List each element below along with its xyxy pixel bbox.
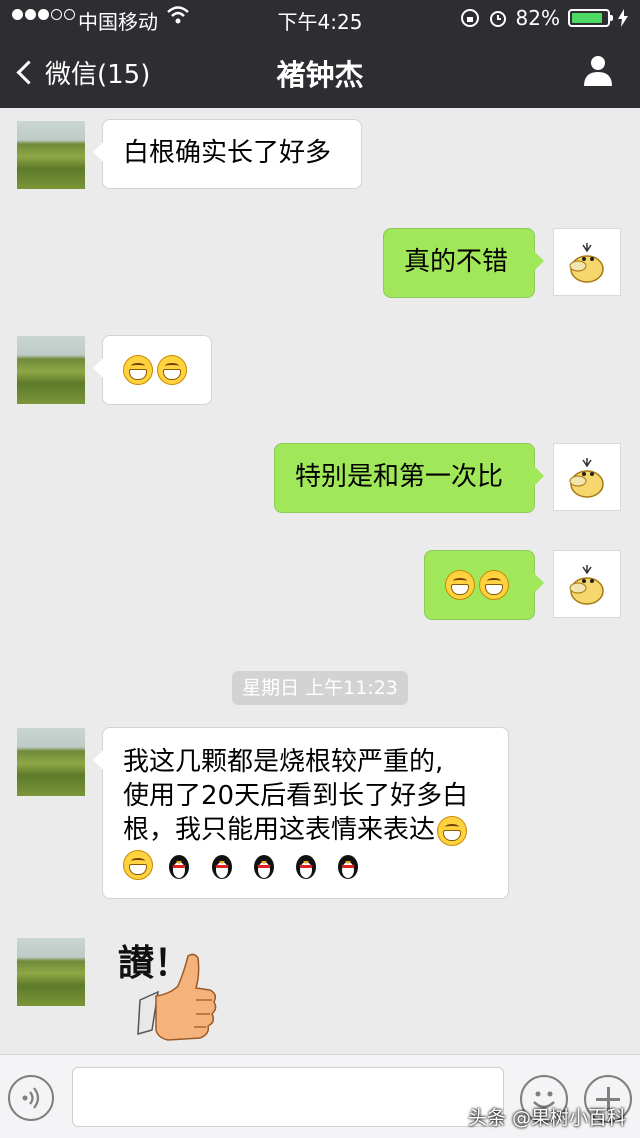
message-text-line: 我这几颗都是烧根较严重的, (123, 747, 444, 777)
contact-avatar[interactable] (17, 336, 85, 404)
contact-avatar[interactable] (17, 938, 85, 1006)
message-bubble[interactable] (424, 550, 544, 620)
grin-emoji-icon (157, 354, 187, 385)
nav-bar: 微信(15) 褚钟杰 (0, 36, 640, 108)
my-avatar[interactable] (553, 550, 621, 618)
battery-icon (568, 9, 613, 27)
duck-avatar-icon (569, 565, 604, 605)
grin-emoji-icon (437, 815, 468, 846)
message-bubble[interactable]: 我这几颗都是烧根较严重的, 使用了20天后看到长了好多白 根，我只能用这表情来表… (93, 727, 509, 899)
thumbs-up-sticker[interactable]: 讃！ (112, 934, 236, 1052)
message-text: 真的不错 (404, 247, 509, 277)
contact-avatar[interactable] (17, 121, 85, 189)
penguin-emoji-icon (169, 854, 190, 879)
chat-title: 褚钟杰 (276, 58, 364, 92)
battery-percent: 82% (515, 6, 560, 30)
message-text-line: 使用了20天后看到长了好多白 (123, 781, 469, 811)
message-text: 白根确实长了好多 (123, 138, 332, 168)
message-text-line: 根，我只能用这表情来表达 (123, 815, 436, 845)
message-bubble[interactable]: 特别是和第一次比 (274, 443, 544, 513)
voice-icon (22, 1087, 40, 1109)
grin-emoji-icon (123, 849, 153, 880)
chat-timestamp: 星期日 上午11:23 (232, 671, 408, 705)
duck-avatar-icon (569, 243, 604, 283)
message-text: 特别是和第一次比 (295, 462, 504, 492)
message-bubble[interactable]: 白根确实长了好多 (93, 119, 362, 189)
penguin-emoji-icon (211, 854, 232, 879)
contact-avatar[interactable] (17, 728, 85, 796)
penguin-emoji-icon (253, 854, 274, 879)
status-right: 82% (460, 6, 628, 30)
message-bubble[interactable] (93, 335, 212, 405)
top-bar: 中国移动 下午4:25 82% 微信(15) 褚钟杰 (0, 0, 640, 108)
person-icon[interactable] (580, 52, 616, 88)
grin-emoji-icon (479, 569, 509, 600)
watermark: 头条 @果树小百科 (467, 1107, 626, 1129)
message-input[interactable] (72, 1067, 504, 1127)
my-avatar[interactable] (553, 228, 621, 296)
penguin-emoji-icon (296, 854, 317, 879)
my-avatar[interactable] (553, 443, 621, 511)
grin-emoji-icon (123, 354, 153, 385)
duck-avatar-icon (569, 458, 604, 498)
penguin-emoji-icon (338, 854, 359, 879)
alarm-icon (489, 11, 506, 27)
message-bubble[interactable]: 真的不错 (383, 228, 544, 298)
status-bar: 中国移动 下午4:25 82% (0, 0, 640, 36)
thumbs-up-icon (137, 953, 217, 1041)
grin-emoji-icon (445, 569, 475, 600)
orientation-lock-icon (460, 9, 479, 27)
voice-button[interactable] (8, 1075, 54, 1121)
charging-icon (618, 9, 628, 27)
